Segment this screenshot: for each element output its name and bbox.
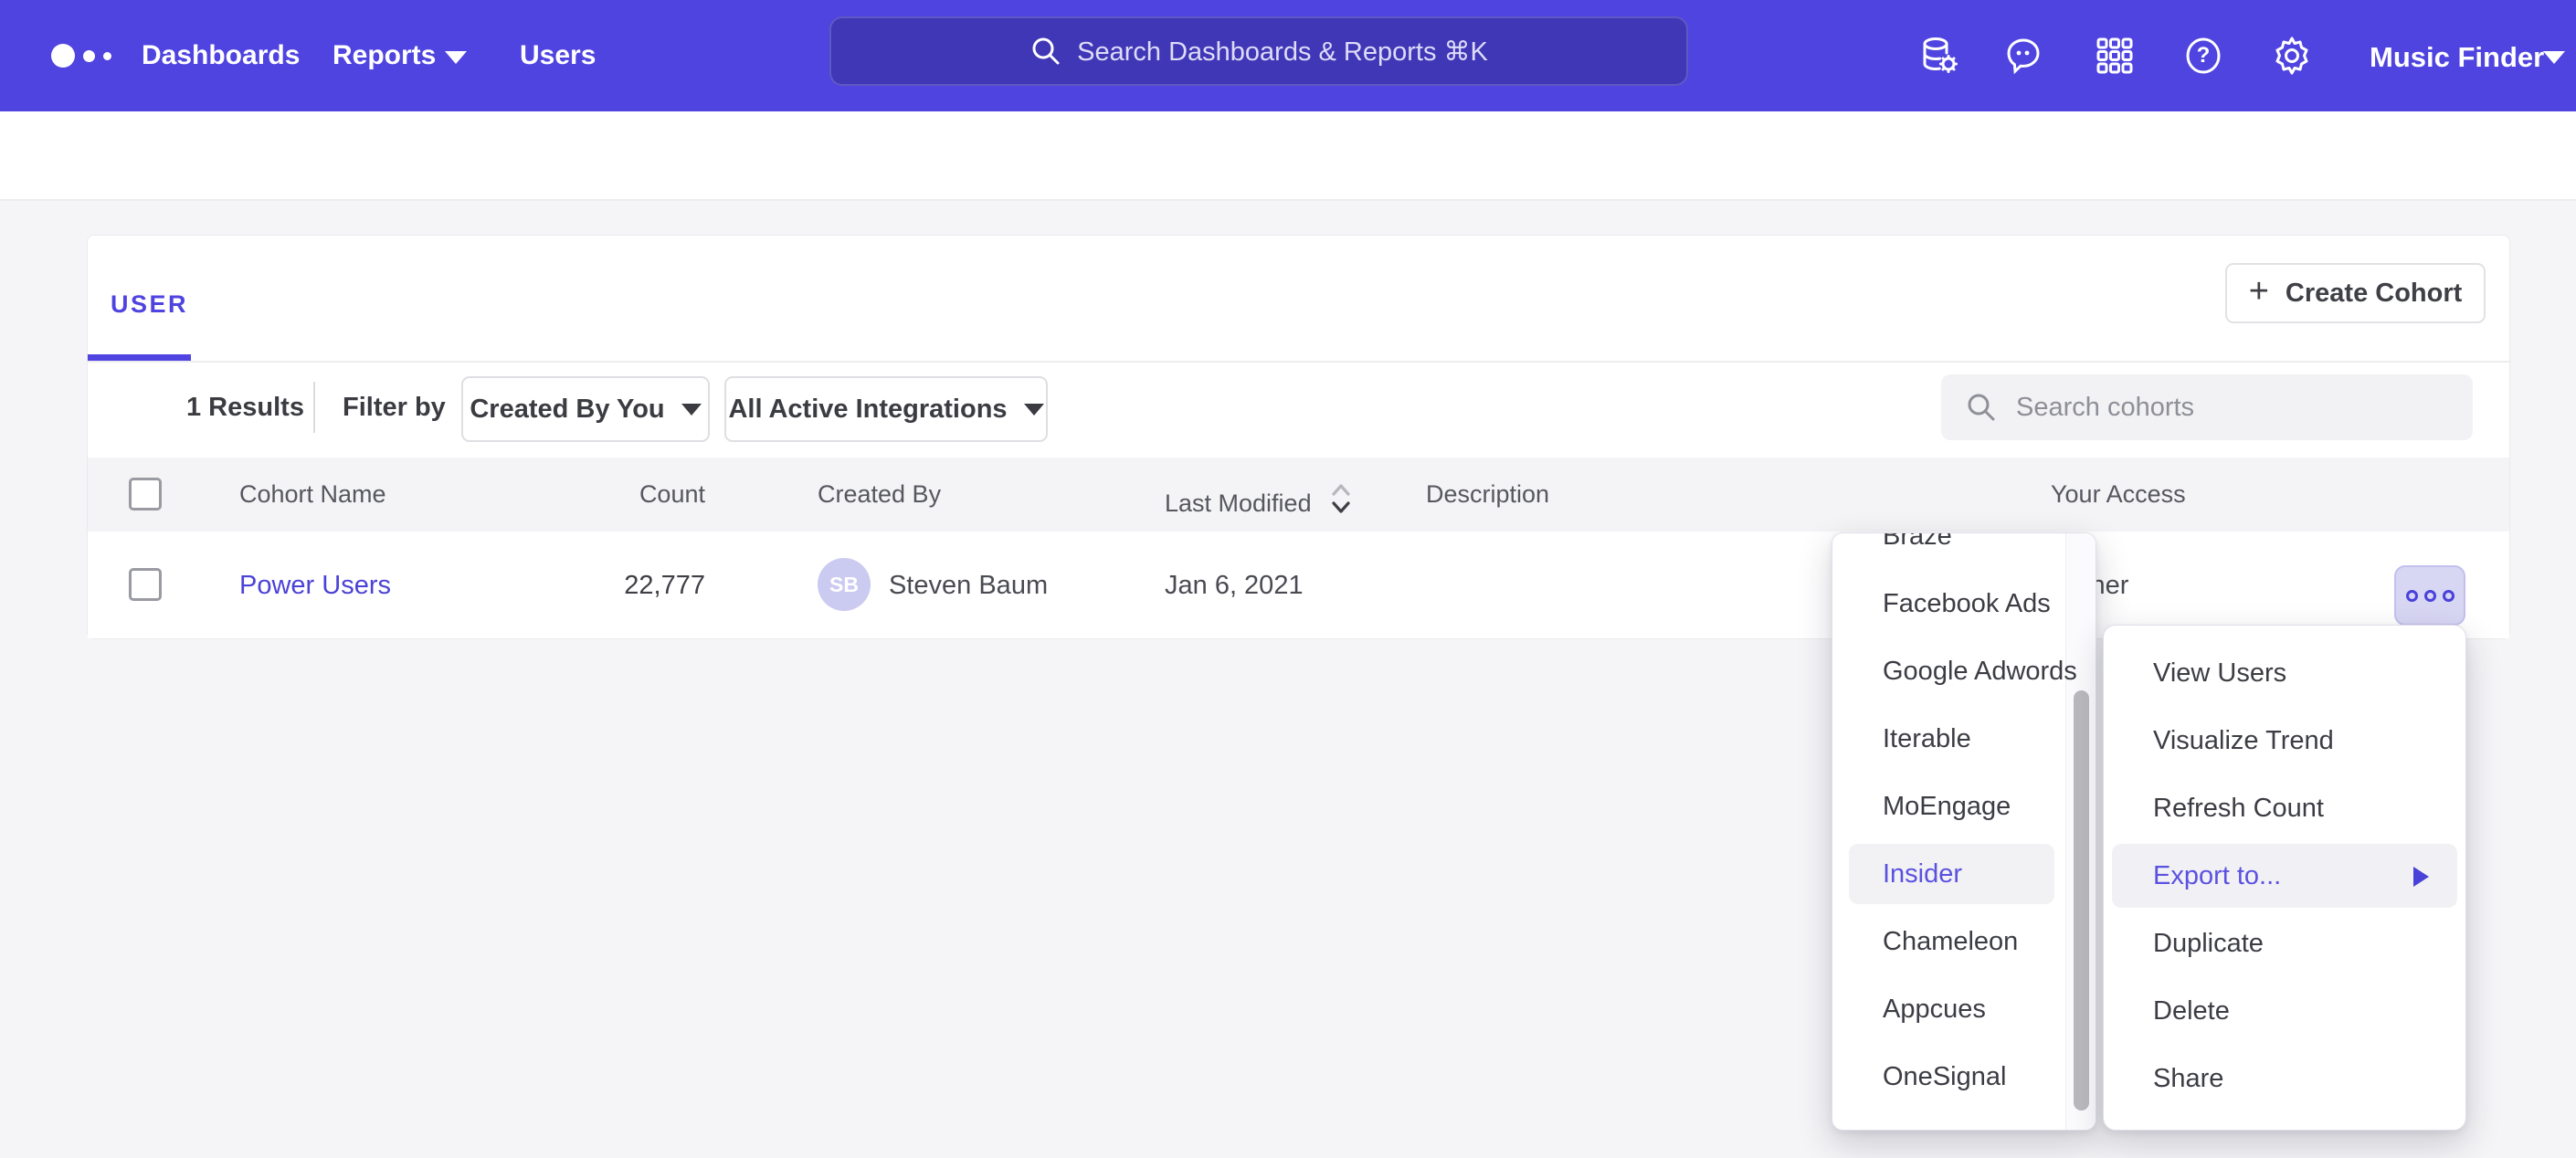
filter-by-label: Filter by [343,393,446,423]
create-cohort-button[interactable]: + Create Cohort [2225,263,2486,323]
feedback-icon[interactable] [2001,34,2045,78]
menu-item-google-adwords[interactable]: Google Adwords [1832,637,2067,705]
integrations-filter-dropdown[interactable]: All Active Integrations [724,376,1048,442]
menu-item-moengage[interactable]: MoEngage [1832,773,2067,840]
select-all-checkbox[interactable] [129,478,162,511]
export-destination-list: Braze Facebook Ads Google Adwords Iterab… [1832,532,2067,1111]
apps-grid-icon[interactable] [2093,34,2137,78]
data-management-icon[interactable] [1917,34,1961,78]
tab-user-cohorts[interactable]: USER [111,290,188,319]
mixpanel-logo-icon[interactable] [51,44,111,68]
project-switcher[interactable]: Music Finder [2370,41,2544,74]
menu-item-onesignal[interactable]: OneSignal [1832,1043,2067,1111]
settings-icon[interactable] [2270,34,2314,78]
menu-item-appcues[interactable]: Appcues [1832,975,2067,1043]
menu-item-delete[interactable]: Delete [2104,977,2465,1045]
chevron-down-icon [1024,404,1044,416]
last-modified-date: Jan 6, 2021 [1165,572,1304,599]
cohort-name-link[interactable]: Power Users [239,572,391,599]
logo-dot [103,52,111,60]
nav-reports[interactable]: Reports [333,42,436,69]
menu-item-export-to[interactable]: Export to... [2104,842,2465,910]
menu-item-iterable[interactable]: Iterable [1832,705,2067,773]
top-navigation-bar: Dashboards Reports Users Search Dashboar… [0,0,2576,111]
svg-text:?: ? [2197,43,2211,68]
cohort-actions-menu: View Users Visualize Trend Refresh Count… [2103,625,2466,1131]
menu-item-refresh-count[interactable]: Refresh Count [2104,774,2465,842]
search-icon [1965,391,1998,424]
menu-item-view-users[interactable]: View Users [2104,639,2465,707]
dot-icon [2406,590,2418,602]
row-actions-button[interactable] [2394,565,2465,626]
column-created-by: Created By [818,480,941,508]
created-by-filter-dropdown[interactable]: Created By You [461,376,710,442]
chevron-down-icon [681,404,702,416]
menu-item-duplicate[interactable]: Duplicate [2104,910,2465,977]
divider [88,361,2511,363]
created-by-name: Steven Baum [889,572,1048,599]
table-header: Cohort Name Count Created By Last Modifi… [88,458,2509,532]
sort-icon [1329,480,1353,517]
scrollbar-thumb[interactable] [2074,690,2089,1111]
column-your-access: Your Access [2051,480,2186,508]
cohort-search [1941,374,2473,440]
menu-item-braze[interactable]: Braze [1832,532,2067,570]
row-checkbox[interactable] [129,568,162,601]
help-icon[interactable]: ? [2181,34,2225,78]
dot-icon [2443,590,2455,602]
menu-item-facebook-ads[interactable]: Facebook Ads [1832,570,2067,637]
logo-dot [51,44,75,68]
chevron-down-icon [445,51,467,64]
export-destination-menu: Braze Facebook Ads Google Adwords Iterab… [1832,532,2096,1131]
logo-dot [83,50,95,62]
plus-icon: + [2249,274,2269,309]
global-search-placeholder: Search Dashboards & Reports ⌘K [1077,36,1488,68]
chevron-down-icon [2543,51,2565,64]
cohort-count: 22,777 [549,572,705,599]
dot-icon [2424,590,2436,602]
column-last-modified[interactable]: Last Modified [1165,480,1353,517]
divider [313,382,315,433]
avatar: SB [818,558,871,611]
column-cohort-name: Cohort Name [239,480,386,508]
column-description: Description [1426,480,1549,508]
cohorts-panel: USER + Create Cohort 1 Results Filter by… [87,235,2510,639]
menu-item-share[interactable]: Share [2104,1045,2465,1112]
menu-item-insider[interactable]: Insider [1832,840,2067,908]
nav-users[interactable]: Users [520,42,596,69]
secondary-tab-bar: Lexicon Data Audit Live View Cohorts Int… [0,111,2576,201]
menu-item-visualize-trend[interactable]: Visualize Trend [2104,707,2465,774]
column-count: Count [549,480,705,508]
cohort-search-input[interactable] [2014,392,2416,424]
search-icon [1029,35,1062,68]
menu-item-chameleon[interactable]: Chameleon [1832,908,2067,975]
nav-dashboards[interactable]: Dashboards [142,42,300,69]
results-count: 1 Results [186,393,304,423]
global-search[interactable]: Search Dashboards & Reports ⌘K [829,16,1688,86]
table-row: Power Users 22,777 SB Steven Baum Jan 6,… [88,532,2509,638]
